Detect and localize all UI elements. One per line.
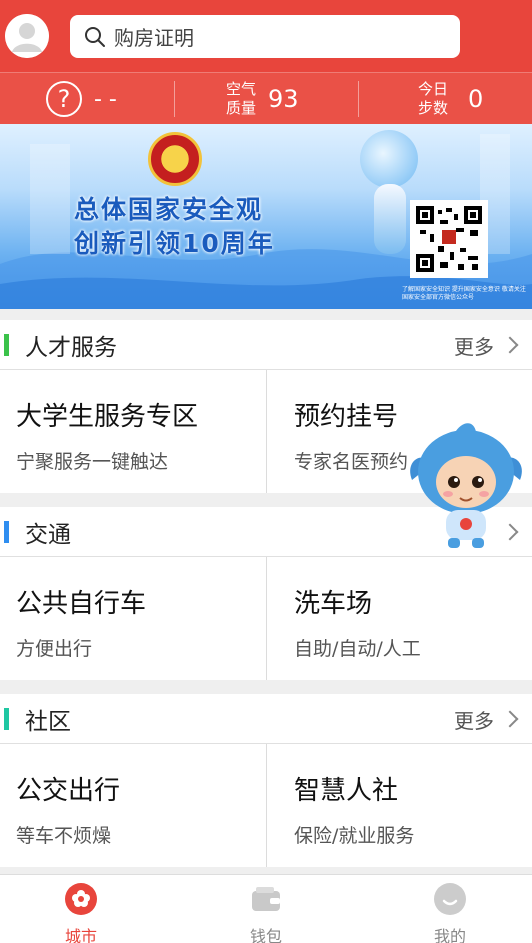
avatar[interactable] bbox=[5, 14, 49, 58]
section-header: 社区 更多 bbox=[0, 694, 532, 744]
section-header: 人才服务 更多 bbox=[0, 320, 532, 370]
nav-tab-mine[interactable]: 我的 bbox=[405, 883, 495, 943]
floating-mascot-icon[interactable] bbox=[404, 420, 528, 552]
national-emblem-icon bbox=[148, 132, 202, 186]
air-label-line2: 质量 bbox=[226, 99, 257, 117]
help-question-icon: ? bbox=[46, 81, 82, 117]
nav-tab-wallet[interactable]: 钱包 bbox=[221, 883, 311, 943]
search-placeholder: 购房证明 bbox=[114, 26, 194, 50]
more-label: 更多 bbox=[454, 334, 494, 359]
section-title: 交通 bbox=[25, 521, 71, 548]
nav-label: 钱包 bbox=[249, 927, 282, 943]
qr-code-icon bbox=[410, 200, 488, 278]
section-accent-bar bbox=[4, 333, 9, 356]
nav-label: 城市 bbox=[64, 927, 97, 943]
nav-label: 我的 bbox=[433, 927, 466, 943]
card-subtitle: 宁聚服务一键触达 bbox=[16, 451, 169, 473]
card-subtitle: 等车不烦燥 bbox=[16, 825, 112, 847]
promo-banner[interactable]: 总体国家安全观 创新引领10周年 了解国家安全知识 提升国家安全意识 敬请关注国… bbox=[0, 124, 532, 309]
nav-tab-city[interactable]: 城市 bbox=[36, 883, 126, 943]
more-link[interactable]: 更多 bbox=[454, 694, 519, 744]
service-cards: 公交出行 等车不烦燥 智慧人社 保险/就业服务 bbox=[0, 744, 532, 867]
city-flower-icon bbox=[65, 883, 97, 915]
profile-smile-icon bbox=[434, 883, 466, 915]
help-status[interactable]: ? - - bbox=[46, 73, 117, 125]
help-value: - - bbox=[94, 86, 117, 112]
robot-mascot-body-icon bbox=[374, 184, 406, 254]
air-quality[interactable]: 空气 质量 93 bbox=[226, 73, 299, 125]
steps-label-line1: 今日 bbox=[418, 80, 449, 98]
section-title: 人才服务 bbox=[25, 334, 117, 361]
card-title: 智慧人社 bbox=[294, 776, 399, 806]
steps-label-line2: 步数 bbox=[418, 99, 449, 117]
card-car-wash[interactable]: 洗车场 自助/自动/人工 bbox=[266, 557, 532, 680]
daily-steps[interactable]: 今日 步数 0 bbox=[418, 73, 483, 125]
card-title: 公交出行 bbox=[16, 776, 121, 806]
wallet-icon bbox=[250, 883, 282, 915]
section-accent-bar bbox=[4, 707, 9, 730]
section-title: 社区 bbox=[25, 708, 71, 735]
card-bus-travel[interactable]: 公交出行 等车不烦燥 bbox=[0, 744, 266, 867]
section-accent-bar bbox=[4, 520, 9, 543]
status-strip: ? - - 空气 质量 93 今日 步数 0 bbox=[0, 72, 532, 124]
divider bbox=[174, 81, 175, 117]
section-community: 社区 更多 公交出行 等车不烦燥 智慧人社 保险/就业服务 bbox=[0, 694, 532, 867]
card-title: 洗车场 bbox=[294, 589, 373, 619]
top-header: 购房证明 bbox=[0, 0, 532, 72]
bottom-navigation: 城市 钱包 我的 bbox=[0, 874, 532, 943]
card-subtitle: 自助/自动/人工 bbox=[294, 638, 421, 660]
more-label: 更多 bbox=[454, 708, 494, 733]
card-smart-social-security[interactable]: 智慧人社 保险/就业服务 bbox=[266, 744, 532, 867]
more-link[interactable]: 更多 bbox=[454, 320, 519, 370]
card-title: 公共自行车 bbox=[16, 589, 147, 619]
card-subtitle: 方便出行 bbox=[16, 638, 93, 660]
card-subtitle: 保险/就业服务 bbox=[294, 825, 415, 847]
user-silhouette-icon bbox=[5, 14, 49, 58]
banner-title-line1: 总体国家安全观 bbox=[74, 195, 264, 224]
search-bar[interactable]: 购房证明 bbox=[70, 15, 460, 58]
search-icon bbox=[85, 26, 105, 47]
banner-title-line2: 创新引领10周年 bbox=[74, 229, 275, 258]
qr-caption: 了解国家安全知识 提升国家安全意识 敬请关注国家安全部官方微信公众号 bbox=[402, 286, 526, 301]
steps-label: 今日 步数 bbox=[418, 80, 448, 118]
card-public-bicycle[interactable]: 公共自行车 方便出行 bbox=[0, 557, 266, 680]
steps-value: 0 bbox=[468, 85, 484, 113]
service-cards: 公共自行车 方便出行 洗车场 自助/自动/人工 bbox=[0, 557, 532, 680]
air-quality-value: 93 bbox=[268, 85, 299, 113]
air-quality-label: 空气 质量 bbox=[226, 80, 256, 118]
card-college-student-services[interactable]: 大学生服务专区 宁聚服务一键触达 bbox=[0, 370, 266, 493]
chevron-right-icon bbox=[501, 710, 519, 728]
air-label-line1: 空气 bbox=[226, 80, 257, 98]
robot-mascot-head-icon bbox=[360, 130, 418, 188]
card-title: 大学生服务专区 bbox=[16, 402, 199, 432]
chevron-right-icon bbox=[501, 336, 519, 354]
divider bbox=[358, 81, 359, 117]
